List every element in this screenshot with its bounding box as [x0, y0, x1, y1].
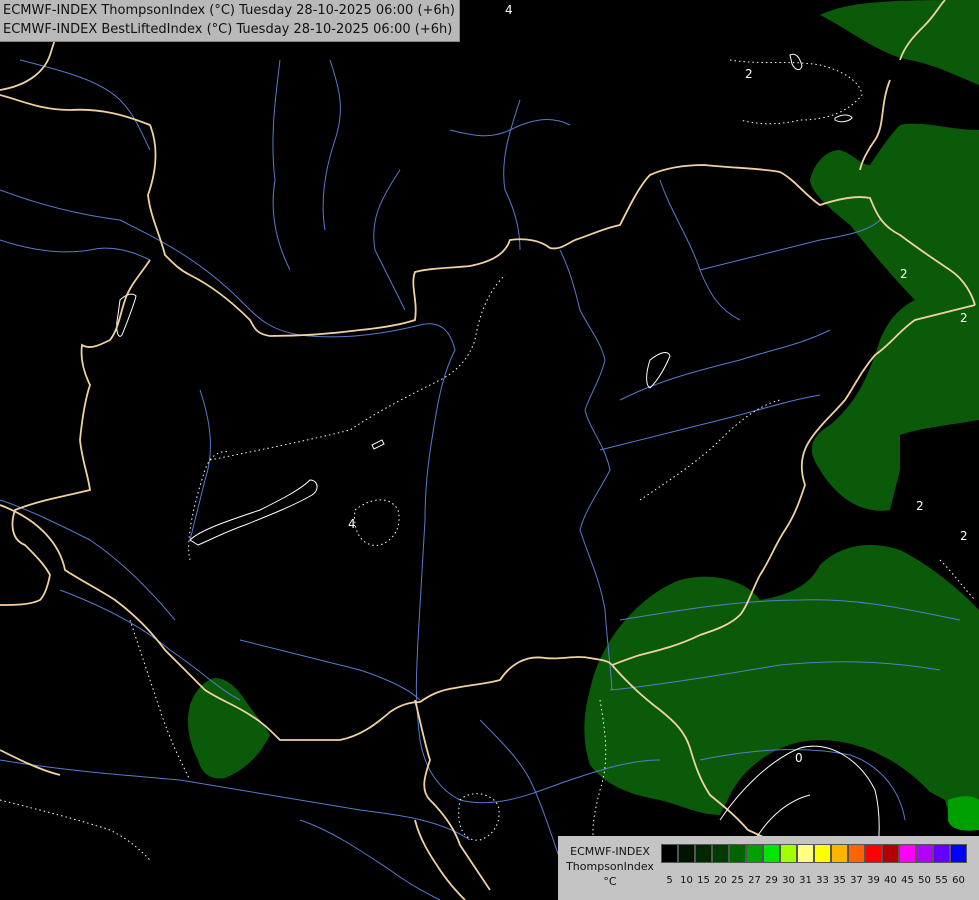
legend-tick: 5	[666, 875, 673, 886]
river-drava	[239, 639, 421, 701]
title-line-bestlifted: ECMWF-INDEX BestLiftedIndex (°C) Tuesday…	[3, 22, 453, 37]
legend-tick: 30	[782, 875, 795, 886]
river-north-2	[322, 59, 341, 231]
contour-label-7: 4	[505, 3, 513, 17]
legend-ticks: 5 10 15 20 25 27 29 30 31 33 35 37 39 40 45 50 55 60	[661, 874, 967, 888]
river-north-4	[503, 99, 521, 251]
lake-small-center	[371, 439, 385, 450]
legend-swatch	[882, 844, 899, 863]
legend-swatch	[831, 844, 848, 863]
contour-lower-west	[0, 799, 151, 861]
legend-swatch	[780, 844, 797, 863]
legend-swatch	[933, 844, 950, 863]
river-northwest	[19, 59, 151, 151]
map-title: ECMWF-INDEX ThompsonIndex (°C) Tuesday 2…	[0, 0, 460, 42]
lake-east-river	[646, 352, 671, 389]
legend-swatch	[916, 844, 933, 863]
legend-tick: 35	[833, 875, 846, 886]
contour-label-8: 0	[795, 751, 803, 765]
weather-map: 2 2 2 2 2 4 4 0 ECMWF-INDEX ThompsonInde…	[0, 0, 979, 900]
lake-northeast-2	[834, 114, 853, 123]
river-east-4	[619, 329, 831, 401]
river-lower-south	[479, 719, 561, 861]
legend-tick: 37	[850, 875, 863, 886]
legend-swatches	[661, 844, 967, 863]
index-area-east	[810, 123, 979, 511]
index-fill-areas	[187, 0, 979, 831]
contour-label-6: 4	[348, 517, 356, 531]
border-south-inner	[414, 699, 491, 891]
contour-zero-inner	[754, 794, 811, 841]
legend-tick: 60	[952, 875, 965, 886]
title-line-thompson: ECMWF-INDEX ThompsonIndex (°C) Tuesday 2…	[3, 3, 455, 18]
color-legend: ECMWF-INDEX ThompsonIndex °C 5 10 15 20 25 27…	[558, 836, 979, 900]
river-east-3	[599, 394, 821, 451]
index-area-northeast-top	[820, 0, 979, 85]
border-west	[0, 259, 151, 606]
legend-tick: 40	[884, 875, 897, 886]
contour-label-5: 2	[960, 529, 968, 543]
legend-swatch	[848, 844, 865, 863]
contour-center	[209, 274, 506, 461]
legend-tick: 10	[680, 875, 693, 886]
contour-west-loop	[188, 451, 231, 561]
legend-swatch	[865, 844, 882, 863]
legend-title-model: ECMWF-INDEX	[570, 845, 650, 858]
index-area-corner	[948, 796, 979, 831]
legend-title-index: ThompsonIndex	[566, 860, 654, 873]
legend-tick: 15	[697, 875, 710, 886]
border-south-west-edge	[0, 749, 61, 776]
legend-swatch	[729, 844, 746, 863]
legend-swatch	[899, 844, 916, 863]
legend-tick: 39	[867, 875, 880, 886]
river-danube-upper	[0, 189, 661, 804]
legend-swatch	[678, 844, 695, 863]
river-far-west	[0, 239, 151, 261]
river-east-1	[659, 179, 741, 321]
legend-swatch	[695, 844, 712, 863]
legend-tick: 25	[731, 875, 744, 886]
river-tisza	[559, 249, 613, 691]
legend-tick: 45	[901, 875, 914, 886]
legend-tick: 50	[918, 875, 931, 886]
legend-swatch	[712, 844, 729, 863]
legend-tick: 27	[748, 875, 761, 886]
contour-label-1: 2	[745, 67, 753, 81]
legend-tick: 33	[816, 875, 829, 886]
legend-tick: 20	[714, 875, 727, 886]
legend-swatch	[763, 844, 780, 863]
map-canvas: 2 2 2 2 2 4 4 0	[0, 0, 979, 900]
lake-balaton	[189, 479, 318, 546]
legend-swatch	[746, 844, 763, 863]
legend-tick: 55	[935, 875, 948, 886]
index-area-southeast	[584, 545, 979, 830]
legend-tick: 31	[799, 875, 812, 886]
river-west-3	[189, 389, 211, 541]
legend-swatch	[814, 844, 831, 863]
legend-tick: 29	[765, 875, 778, 886]
legend-label: ECMWF-INDEX ThompsonIndex °C	[561, 844, 659, 889]
contour-east	[639, 399, 781, 501]
contour-label-3: 2	[960, 311, 968, 325]
border-southern-lower	[414, 819, 466, 900]
lake-northeast-1	[789, 53, 803, 71]
contour-label-4: 2	[916, 499, 924, 513]
legend-swatch	[661, 844, 678, 863]
river-north-3	[373, 169, 406, 311]
contour-center-loop	[354, 499, 400, 546]
contour-label-2: 2	[900, 267, 908, 281]
legend-swatch	[797, 844, 814, 863]
legend-swatch	[950, 844, 967, 863]
legend-unit: °C	[603, 875, 617, 888]
border-south	[0, 504, 613, 741]
river-north-1	[272, 59, 291, 271]
